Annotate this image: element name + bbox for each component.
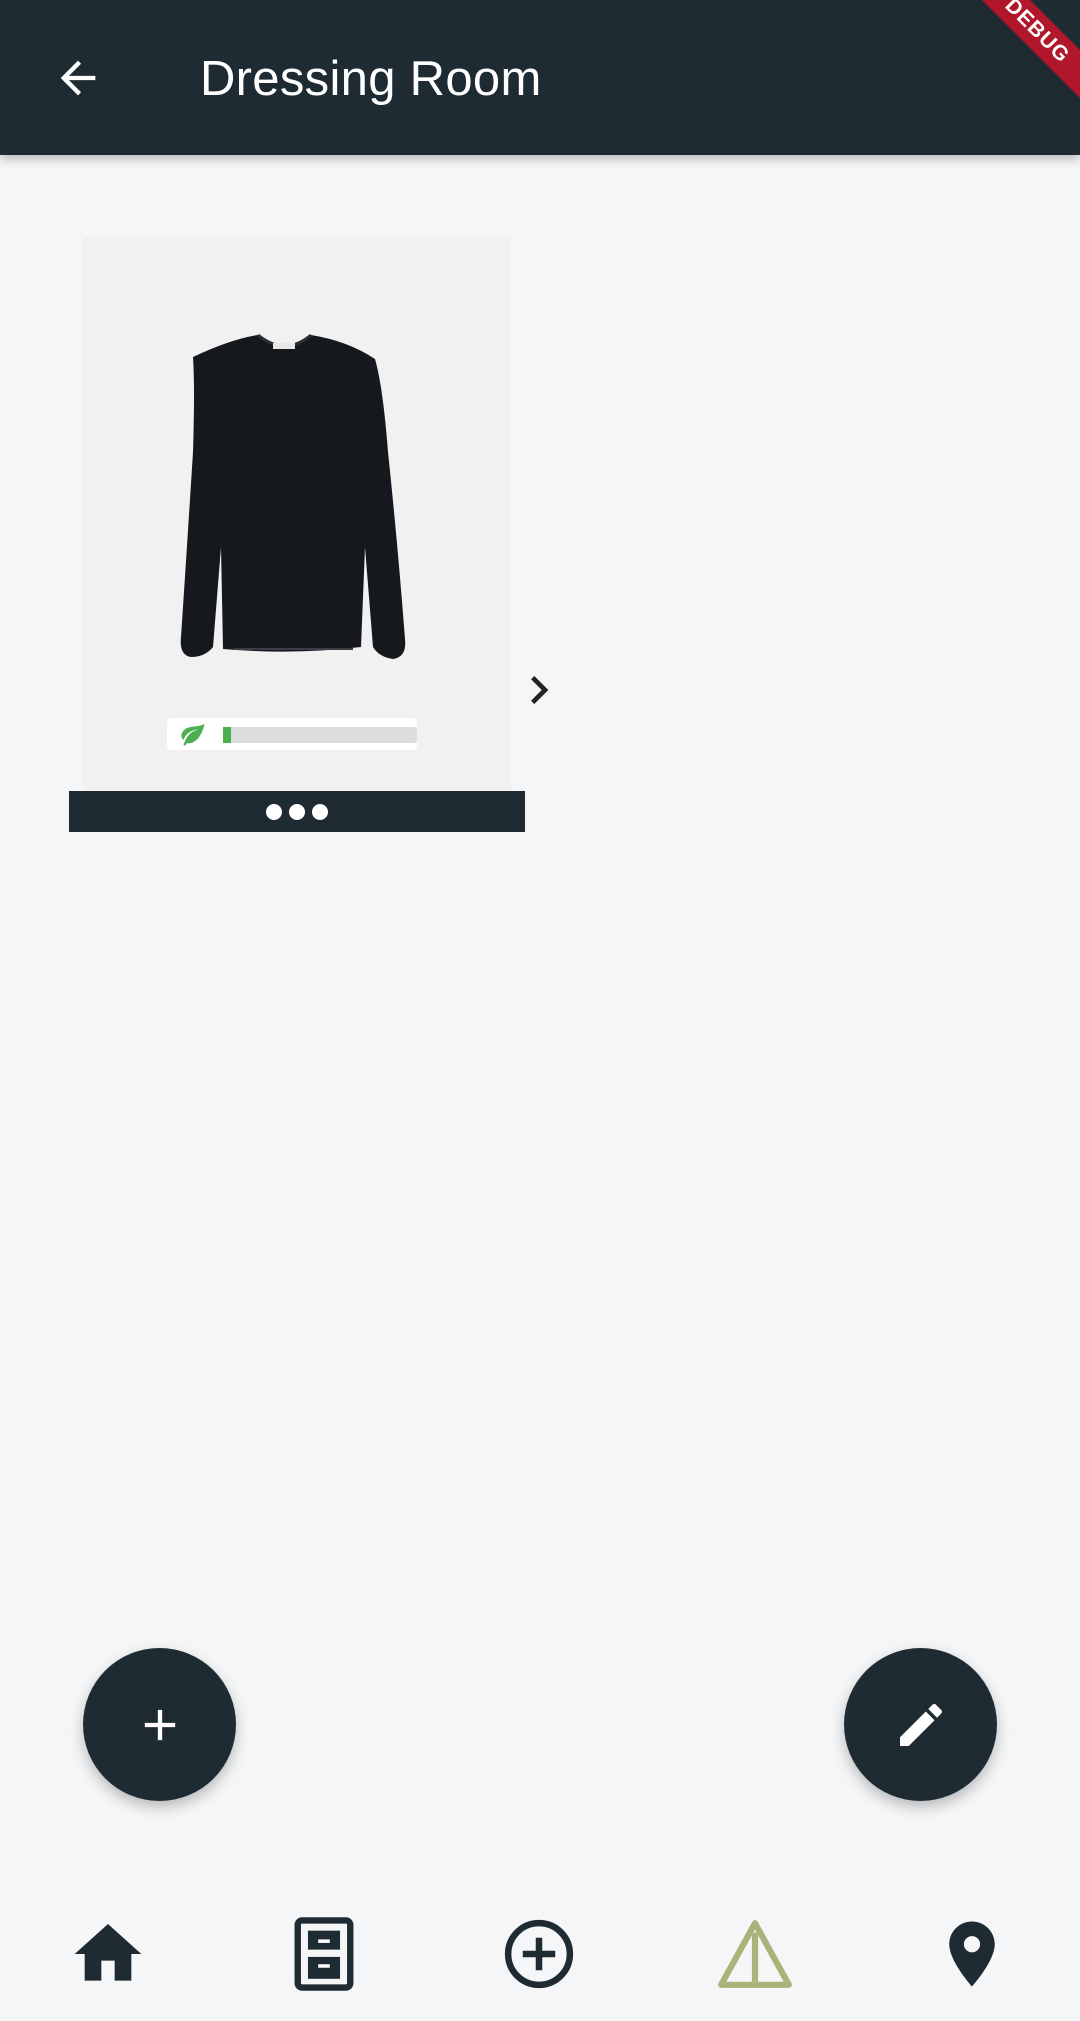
- clothing-item-image[interactable]: [83, 237, 511, 797]
- back-button[interactable]: [40, 40, 116, 116]
- debug-banner: DEBUG: [950, 0, 1080, 118]
- page-title: Dressing Room: [200, 52, 542, 106]
- bottom-navigation: [0, 1890, 1080, 2021]
- wardrobe-icon: [294, 1917, 354, 1991]
- arrow-back-icon: [60, 60, 96, 96]
- nav-home[interactable]: [58, 1904, 158, 2004]
- nav-alerts[interactable]: [705, 1904, 805, 2004]
- more-horizontal-icon: [266, 803, 328, 820]
- nav-wardrobe[interactable]: [274, 1904, 374, 2004]
- eco-score-bar: [167, 718, 417, 750]
- add-circle-icon: [504, 1919, 574, 1989]
- location-pin-icon: [949, 1921, 995, 1987]
- clothing-card: [69, 225, 549, 832]
- app-bar: Dressing Room DEBUG: [0, 0, 1080, 155]
- edit-button[interactable]: [844, 1648, 997, 1801]
- nav-location[interactable]: [922, 1904, 1022, 2004]
- pencil-icon: [899, 1703, 942, 1746]
- eco-score-track: [223, 727, 417, 743]
- chevron-right-icon: [531, 676, 549, 704]
- plus-icon: [144, 1709, 175, 1740]
- eco-score-fill: [223, 727, 231, 743]
- next-image-button[interactable]: [494, 645, 584, 735]
- black-sweater-image: [180, 333, 406, 659]
- nav-add[interactable]: [489, 1904, 589, 2004]
- add-item-button[interactable]: [83, 1648, 236, 1801]
- more-options-button[interactable]: [69, 791, 525, 832]
- home-icon: [74, 1924, 142, 1981]
- leaf-icon: [181, 723, 205, 746]
- warning-triangle-icon: [718, 1920, 792, 1988]
